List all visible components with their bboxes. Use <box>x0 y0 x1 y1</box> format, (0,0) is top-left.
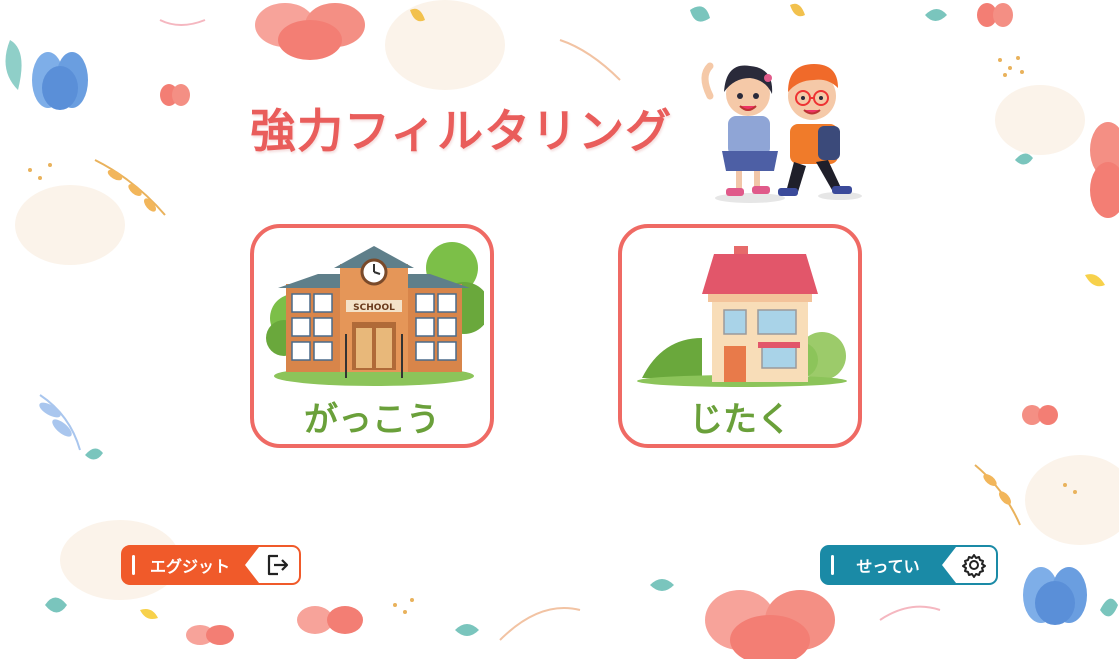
home-mode-button[interactable]: じたく <box>618 224 862 448</box>
exit-icon-box <box>245 547 299 583</box>
school-mode-button[interactable]: SCHOOL がっこう <box>250 224 494 448</box>
settings-label: せってい <box>856 557 920 576</box>
gear-icon <box>962 554 986 578</box>
school-sign: SCHOOL <box>353 303 395 313</box>
children-illustration <box>701 62 862 203</box>
settings-icon-box <box>942 547 996 583</box>
house-icon <box>637 246 847 387</box>
school-mode-label: がっこう <box>304 400 440 440</box>
exit-label: エグジット <box>149 557 230 576</box>
settings-button[interactable]: せってい <box>820 545 998 585</box>
home-mode-label: じたく <box>689 400 791 440</box>
app-title: 強力フィルタリング <box>250 104 673 158</box>
logout-icon <box>267 554 289 576</box>
exit-button[interactable]: エグジット <box>121 545 301 585</box>
school-building-icon: SCHOOL <box>266 242 484 386</box>
